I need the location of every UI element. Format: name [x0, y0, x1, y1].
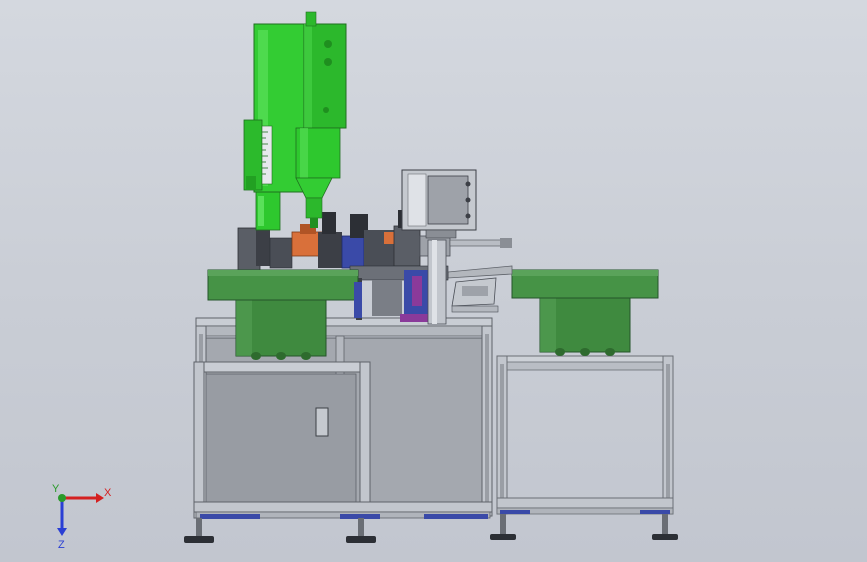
side-frame[interactable] — [490, 355, 678, 540]
x-axis-label: X — [104, 487, 112, 499]
z-axis-label: Z — [58, 539, 65, 551]
orientation-triad: X Y Z — [52, 483, 112, 551]
hmi-screen[interactable] — [401, 169, 477, 239]
cad-viewport[interactable]: X Y Z — [0, 0, 867, 562]
ultrasonic-welder[interactable] — [243, 11, 347, 231]
machine-model[interactable]: X Y Z — [0, 0, 867, 562]
main-cabinet[interactable] — [184, 317, 493, 543]
y-axis-label: Y — [52, 483, 60, 495]
